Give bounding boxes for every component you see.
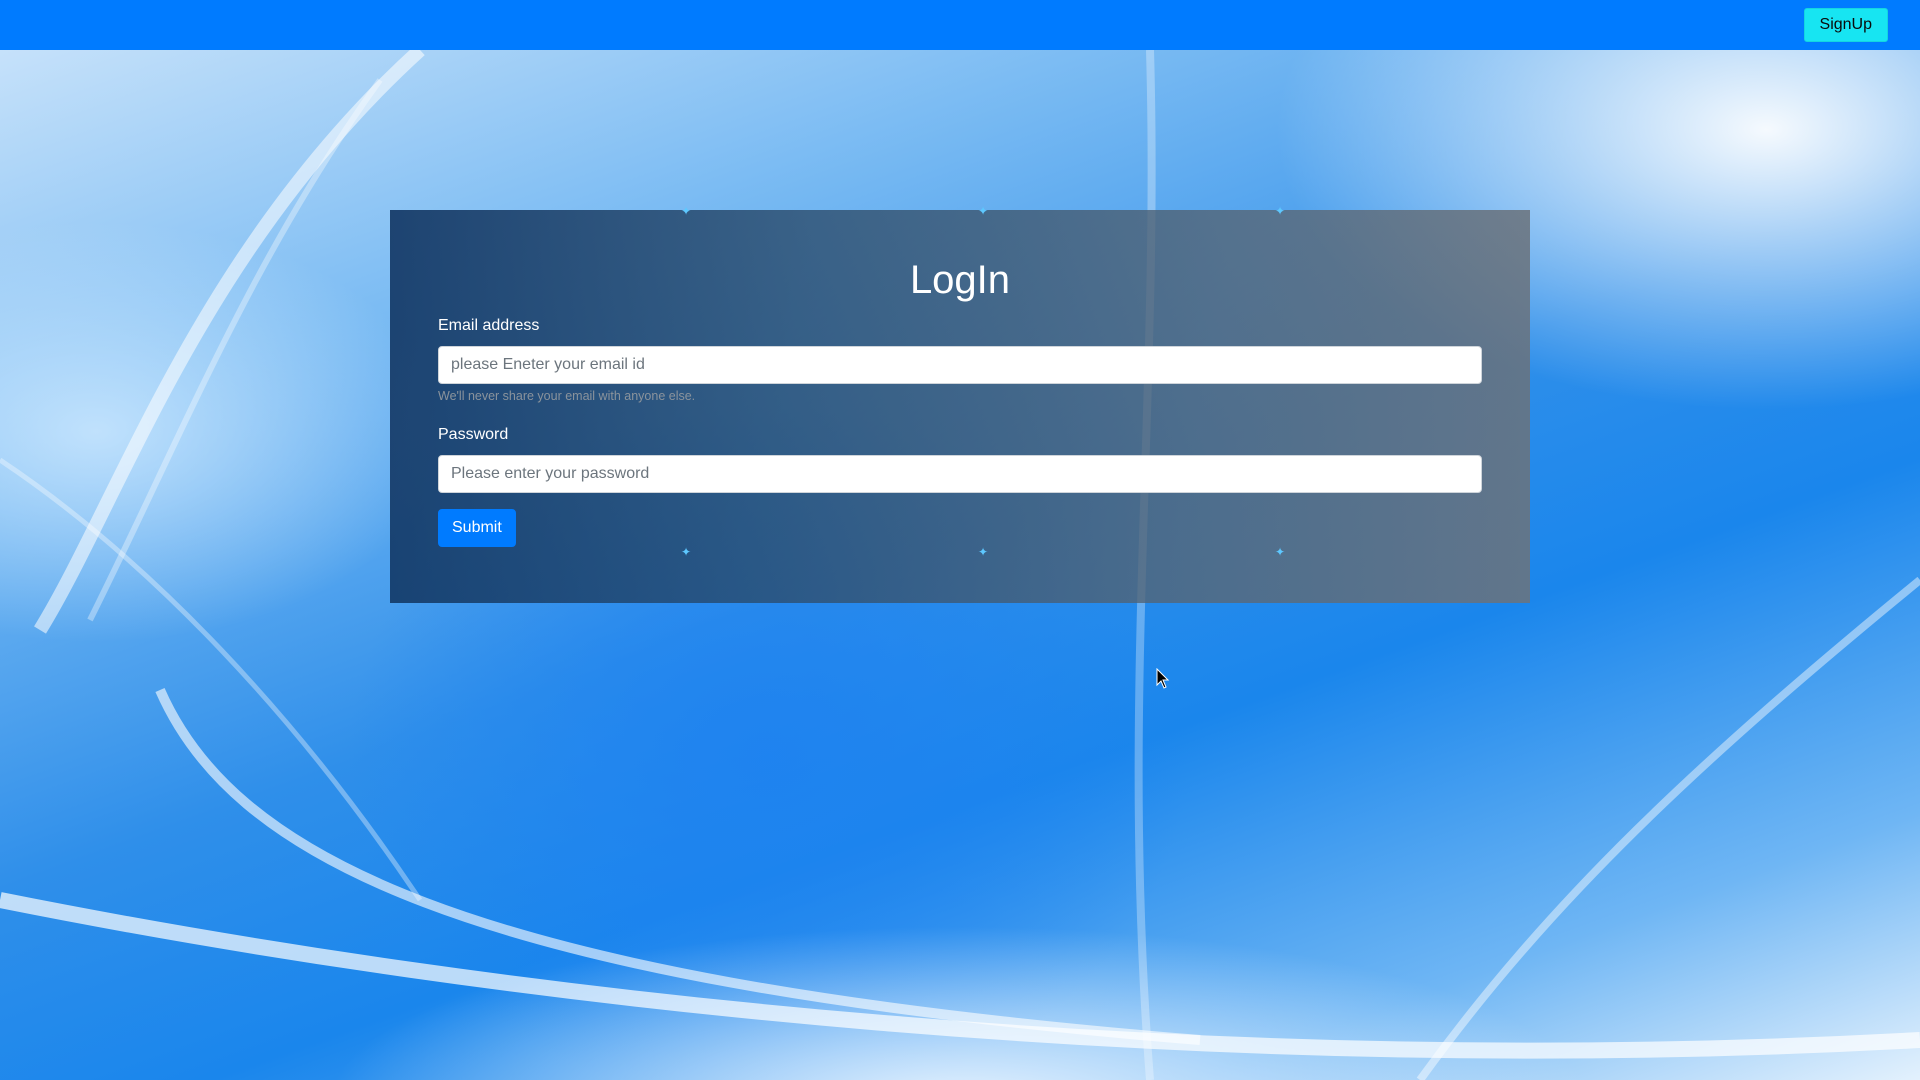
password-label: Password [438,426,509,443]
email-help-text: We'll never share your email with anyone… [438,389,696,403]
email-label: Email address [438,317,540,334]
sparkle-icon: ✦ [1275,204,1286,218]
sparkle-icon: ✦ [978,204,989,218]
login-panel: LogIn Email address We'll never share yo… [390,210,1530,603]
mouse-pointer-icon [1156,668,1170,689]
signup-button[interactable]: SignUp [1803,8,1888,42]
password-input[interactable] [438,455,1482,493]
page-title: LogIn [909,258,1011,302]
sparkle-icon: ✦ [1275,545,1286,559]
submit-button[interactable]: Submit [438,509,516,547]
sparkle-icon: ✦ [681,204,692,218]
top-navbar: SignUp [0,0,1920,50]
email-input[interactable] [438,346,1482,384]
sparkle-icon: ✦ [681,545,692,559]
sparkle-icon: ✦ [978,545,989,559]
